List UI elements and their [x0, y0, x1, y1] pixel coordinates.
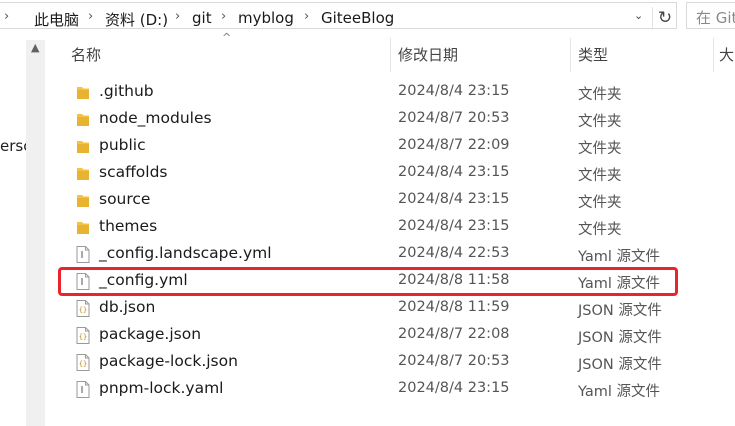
folder-icon	[76, 138, 90, 155]
file-type: Yaml 源文件	[578, 249, 661, 265]
search-placeholder: 在 Git	[696, 9, 735, 27]
file-name[interactable]: pnpm-lock.yaml	[99, 379, 223, 397]
breadcrumb-separator-icon[interactable]: ›	[4, 9, 9, 24]
address-bar[interactable]: › 此电脑 › 资料 (D:) › git › myblog › GiteeBl…	[0, 2, 677, 30]
json-file-icon: {}	[76, 300, 90, 317]
file-name[interactable]: db.json	[99, 298, 155, 316]
file-row[interactable]: themes 2024/8/4 23:15 文件夹	[0, 214, 735, 241]
yaml-file-icon	[76, 246, 90, 263]
column-header-name[interactable]: 名称	[71, 44, 101, 65]
file-type: 文件夹	[578, 114, 622, 130]
column-divider[interactable]	[390, 38, 391, 72]
file-date-modified: 2024/8/7 22:09	[398, 137, 510, 153]
file-row[interactable]: _config.landscape.yml 2024/8/4 22:53 Yaml …	[0, 241, 735, 268]
file-row[interactable]: pnpm-lock.yaml 2024/8/4 23:15 Yaml 源文件	[0, 376, 735, 403]
file-type: 文件夹	[578, 141, 622, 157]
folder-icon	[76, 84, 90, 101]
file-type: JSON 源文件	[578, 357, 662, 373]
column-header-size[interactable]: 大	[719, 44, 734, 65]
file-type: JSON 源文件	[578, 330, 662, 346]
highlight-box	[58, 267, 678, 296]
file-name[interactable]: _config.landscape.yml	[99, 244, 272, 262]
folder-icon	[76, 165, 90, 182]
file-name[interactable]: scaffolds	[99, 163, 167, 181]
breadcrumb-myblog[interactable]: myblog	[238, 9, 294, 27]
column-header-type[interactable]: 类型	[578, 44, 608, 65]
scroll-up-arrow-icon[interactable]: ▲	[31, 41, 39, 54]
file-date-modified: 2024/8/7 20:53	[398, 110, 510, 126]
breadcrumb-giteeblog[interactable]: GiteeBlog	[321, 9, 394, 27]
file-name[interactable]: node_modules	[99, 109, 212, 127]
file-name[interactable]: package-lock.json	[99, 352, 238, 370]
column-divider[interactable]	[713, 38, 714, 72]
folder-icon	[76, 219, 90, 236]
breadcrumb-drive-d[interactable]: 资料 (D:)	[105, 9, 168, 30]
breadcrumb-separator-icon[interactable]: ›	[175, 9, 180, 24]
breadcrumb-separator-icon[interactable]: ›	[221, 9, 226, 24]
file-name[interactable]: source	[99, 190, 150, 208]
refresh-icon[interactable]: ↻	[652, 7, 677, 30]
breadcrumb-separator-icon[interactable]: ›	[88, 9, 93, 24]
file-date-modified: 2024/8/7 22:08	[398, 326, 510, 342]
json-file-icon: {}	[76, 327, 90, 344]
file-type: 文件夹	[578, 168, 622, 184]
file-row[interactable]: {} db.json 2024/8/8 11:59 JSON 源文件	[0, 295, 735, 322]
breadcrumb-separator-icon[interactable]: ›	[304, 9, 309, 24]
folder-icon	[76, 192, 90, 209]
file-date-modified: 2024/8/4 23:15	[398, 164, 510, 180]
file-date-modified: 2024/8/8 11:59	[398, 299, 510, 315]
folder-icon	[76, 111, 90, 128]
file-row[interactable]: source 2024/8/4 23:15 文件夹	[0, 187, 735, 214]
json-file-icon: {}	[76, 354, 90, 371]
file-row[interactable]: .github 2024/8/4 23:15 文件夹	[0, 79, 735, 106]
column-header-date-modified[interactable]: 修改日期	[398, 44, 458, 65]
file-type: JSON 源文件	[578, 303, 662, 319]
file-name[interactable]: public	[99, 136, 146, 154]
address-history-dropdown-icon[interactable]: ⌄	[634, 9, 643, 22]
sort-ascending-icon: ^	[222, 31, 232, 44]
svg-text:{}: {}	[79, 360, 87, 368]
file-row[interactable]: scaffolds 2024/8/4 23:15 文件夹	[0, 160, 735, 187]
file-date-modified: 2024/8/4 23:15	[398, 218, 510, 234]
svg-text:{}: {}	[79, 333, 87, 341]
file-date-modified: 2024/8/4 23:15	[398, 83, 510, 99]
breadcrumb-this-pc[interactable]: 此电脑	[34, 9, 79, 30]
svg-text:{}: {}	[79, 306, 87, 314]
search-input[interactable]: 在 Git	[686, 2, 735, 29]
file-row[interactable]: {} package-lock.json 2024/8/7 20:53 JSON 源文…	[0, 349, 735, 376]
file-row[interactable]: public 2024/8/7 22:09 文件夹	[0, 133, 735, 160]
file-date-modified: 2024/8/4 23:15	[398, 191, 510, 207]
file-type: 文件夹	[578, 195, 622, 211]
file-name[interactable]: themes	[99, 217, 157, 235]
file-row[interactable]: {} package.json 2024/8/7 22:08 JSON 源文件	[0, 322, 735, 349]
yaml-file-icon	[76, 381, 90, 398]
file-name[interactable]: .github	[99, 82, 154, 100]
file-date-modified: 2024/8/4 22:53	[398, 245, 510, 261]
file-type: Yaml 源文件	[578, 384, 661, 400]
breadcrumb-git[interactable]: git	[192, 9, 212, 27]
column-divider[interactable]	[570, 38, 571, 72]
file-row[interactable]: node_modules 2024/8/7 20:53 文件夹	[0, 106, 735, 133]
file-type: 文件夹	[578, 87, 622, 103]
file-date-modified: 2024/8/4 23:15	[398, 380, 510, 396]
file-date-modified: 2024/8/7 20:53	[398, 353, 510, 369]
file-name[interactable]: package.json	[99, 325, 201, 343]
file-type: 文件夹	[578, 222, 622, 238]
address-bar-area: › 此电脑 › 资料 (D:) › git › myblog › GiteeBl…	[0, 0, 735, 32]
